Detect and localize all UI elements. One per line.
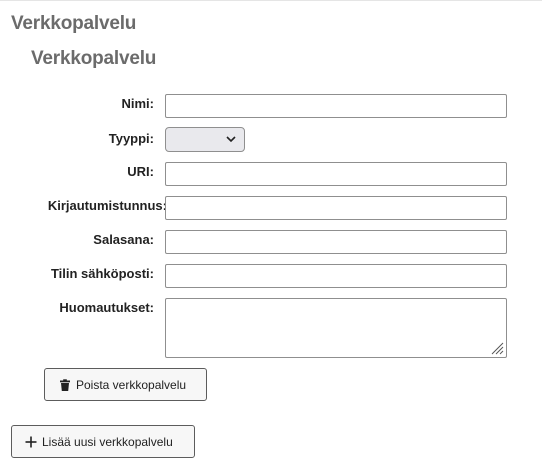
- name-label: Nimi:: [121, 96, 155, 111]
- top-divider: [0, 0, 542, 1]
- notes-textarea[interactable]: [165, 298, 507, 358]
- username-label: Kirjautumistunnus:: [47, 198, 167, 213]
- email-label: Tilin sähköposti:: [50, 266, 154, 281]
- uri-input[interactable]: [165, 162, 507, 186]
- chevron-down-icon: [226, 136, 236, 143]
- remove-service-label: Poista verkkopalvelu: [76, 377, 187, 392]
- resize-grip-icon[interactable]: [490, 341, 504, 355]
- type-label: Tyyppi:: [108, 131, 154, 146]
- type-select[interactable]: [165, 127, 245, 152]
- username-input[interactable]: [165, 196, 507, 220]
- email-input[interactable]: [165, 264, 507, 288]
- add-service-button[interactable]: Lisää uusi verkkopalvelu: [11, 425, 195, 458]
- notes-label: Huomautukset:: [59, 300, 154, 315]
- uri-label: URI:: [127, 164, 154, 179]
- plus-icon: [25, 436, 37, 447]
- page-title: Verkkopalvelu: [11, 13, 137, 34]
- password-label: Salasana:: [93, 232, 154, 247]
- section-title: Verkkopalvelu: [31, 48, 157, 69]
- trash-icon: [60, 378, 70, 391]
- name-input[interactable]: [165, 94, 507, 118]
- add-service-label: Lisää uusi verkkopalvelu: [42, 434, 173, 449]
- remove-service-button[interactable]: Poista verkkopalvelu: [44, 368, 207, 401]
- password-input[interactable]: [165, 230, 507, 254]
